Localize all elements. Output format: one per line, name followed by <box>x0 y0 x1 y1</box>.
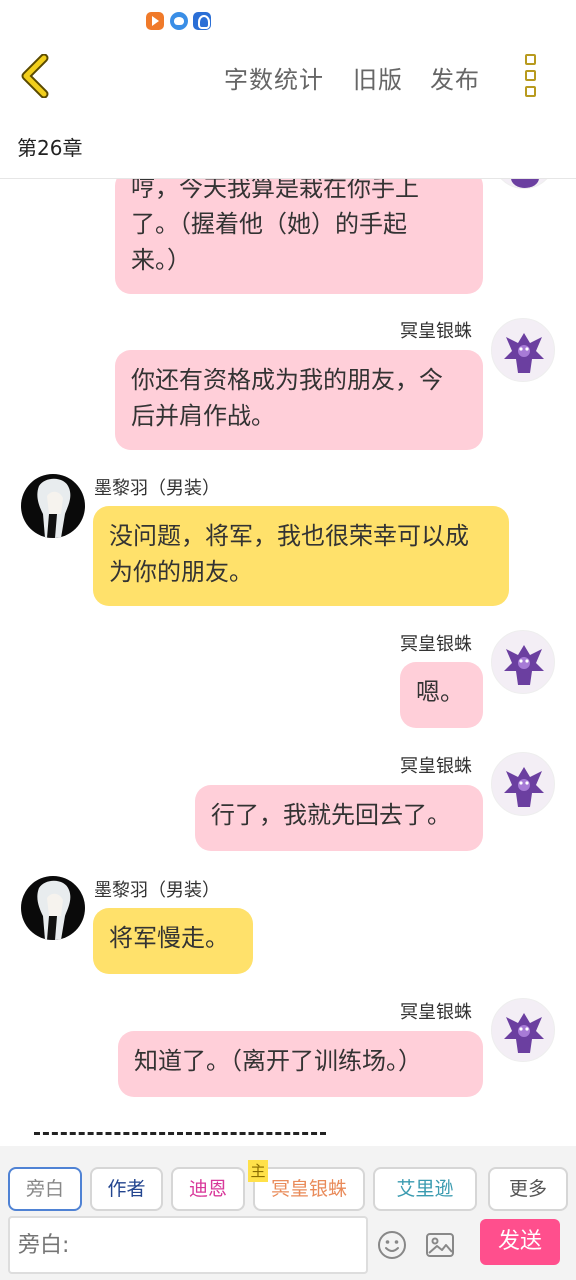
spider-character-icon <box>504 767 544 807</box>
section-divider <box>34 1132 326 1135</box>
speaker-name: 墨黎羽（男装） <box>94 880 220 901</box>
avatar[interactable] <box>21 474 85 538</box>
avatar[interactable] <box>491 998 555 1062</box>
message-text: 将军慢走。 <box>109 924 229 952</box>
emoji-button[interactable] <box>377 1230 407 1260</box>
message-bubble[interactable]: 将军慢走。 <box>93 908 253 974</box>
chat-area[interactable]: 哼，今天我算是栽在你手上 了。（握着他（她）的手起 来。） 冥皇银蛛 你还有资格… <box>0 179 576 1145</box>
message-bubble[interactable]: 知道了。（离开了训练场。） <box>118 1031 483 1097</box>
message-text: 哼，今天我算是栽在你手上 <box>131 179 419 202</box>
speaker-name: 墨黎羽（男装） <box>94 478 220 499</box>
avatar[interactable] <box>21 876 85 940</box>
message-text: 为你的朋友。 <box>109 558 253 586</box>
status-bar <box>0 0 576 40</box>
back-button[interactable] <box>16 53 60 99</box>
role-author-button[interactable]: 作者 <box>90 1167 163 1211</box>
message-bubble[interactable]: 你还有资格成为我的朋友，今 后并肩作战。 <box>115 350 483 450</box>
message-text: 后并肩作战。 <box>131 402 275 430</box>
message-bubble[interactable]: 嗯。 <box>400 662 483 728</box>
speaker-name: 冥皇银蛛 <box>400 756 472 777</box>
chapter-title: 第26章 <box>17 136 83 160</box>
send-button[interactable]: 发送 <box>480 1219 560 1265</box>
message-text: 行了，我就先回去了。 <box>211 801 451 829</box>
image-icon <box>426 1233 454 1257</box>
role-narrator-button[interactable]: 旁白 <box>8 1167 82 1211</box>
message-text: 了。（握着他（她）的手起 <box>131 210 407 238</box>
white-hair-character-icon <box>37 880 71 940</box>
message-text: 嗯。 <box>416 678 464 706</box>
message-text: 你还有资格成为我的朋友，今 <box>131 366 443 394</box>
more-roles-button[interactable]: 更多 <box>488 1167 568 1211</box>
message-text: 没问题，将军，我也很荣幸可以成 <box>109 522 469 550</box>
word-count-button[interactable]: 字数统计 <box>224 60 324 95</box>
image-button[interactable] <box>425 1231 455 1259</box>
spider-character-icon <box>511 179 539 188</box>
input-panel: 旁白 作者 迪恩 冥皇银蛛 主 艾里逊 更多 发送 <box>0 1146 576 1280</box>
white-hair-character-icon <box>37 478 71 538</box>
message-bubble[interactable]: 行了，我就先回去了。 <box>195 785 483 851</box>
speaker-name: 冥皇银蛛 <box>400 1002 472 1023</box>
speaker-name: 冥皇银蛛 <box>400 634 472 655</box>
message-bubble[interactable]: 没问题，将军，我也很荣幸可以成 为你的朋友。 <box>93 506 509 606</box>
role-ailixun-button[interactable]: 艾里逊 <box>373 1167 477 1211</box>
message-input[interactable] <box>8 1216 368 1274</box>
play-app-icon <box>146 12 164 30</box>
bird-app-icon <box>170 12 188 30</box>
old-version-button[interactable]: 旧版 <box>353 60 403 95</box>
role-ming-button[interactable]: 冥皇银蛛 <box>253 1167 365 1211</box>
role-dien-button[interactable]: 迪恩 <box>171 1167 245 1211</box>
message-text: 来。） <box>131 246 191 274</box>
main-role-badge: 主 <box>248 1160 268 1182</box>
spider-character-icon <box>504 333 544 373</box>
avatar[interactable] <box>492 179 556 189</box>
avatar[interactable] <box>491 318 555 382</box>
message-text: 知道了。（离开了训练场。） <box>134 1047 422 1075</box>
publish-button[interactable]: 发布 <box>430 60 480 95</box>
spider-character-icon <box>504 1013 544 1053</box>
message-bubble[interactable]: 哼，今天我算是栽在你手上 了。（握着他（她）的手起 来。） <box>115 179 483 294</box>
avatar[interactable] <box>491 752 555 816</box>
smiley-icon <box>378 1231 406 1259</box>
spider-character-icon <box>504 645 544 685</box>
vertical-menu-icon[interactable] <box>516 52 544 100</box>
chevron-left-icon <box>21 53 49 99</box>
avatar[interactable] <box>491 630 555 694</box>
bulb-app-icon <box>193 12 211 30</box>
speaker-name: 冥皇银蛛 <box>400 321 472 342</box>
top-toolbar: 字数统计 旧版 发布 <box>0 40 576 116</box>
